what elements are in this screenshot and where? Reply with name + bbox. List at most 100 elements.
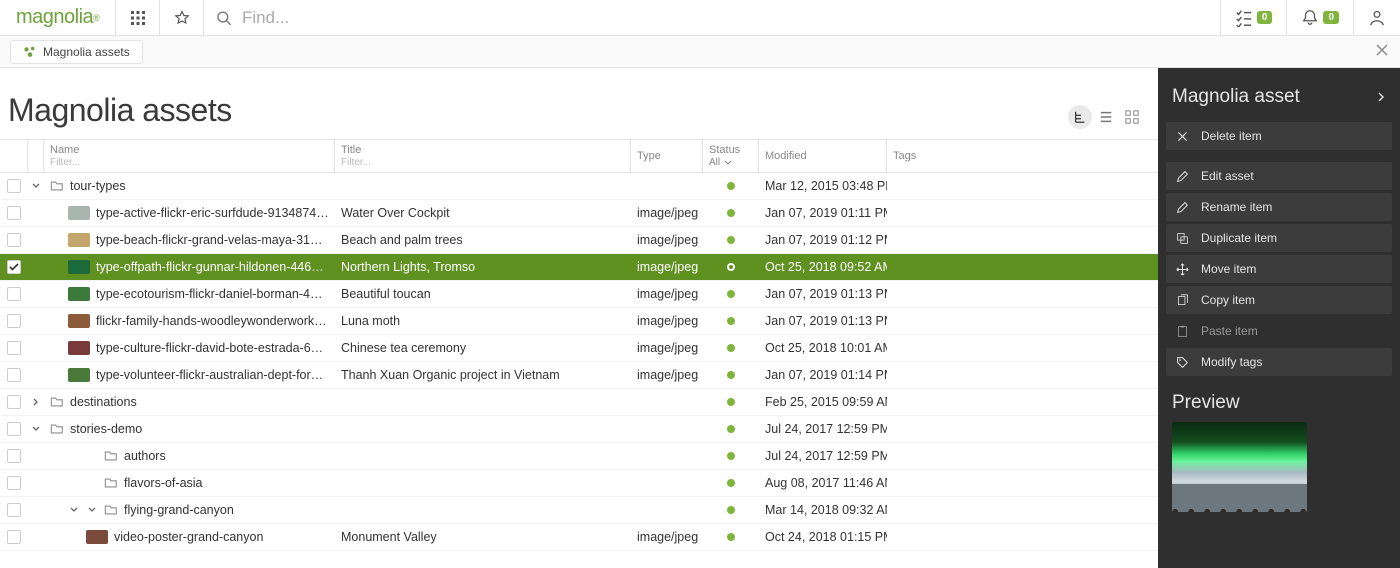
row-checkbox[interactable] (7, 368, 21, 382)
view-grid-button[interactable] (1120, 105, 1144, 129)
app-launcher-button[interactable] (115, 0, 159, 35)
view-list-button[interactable] (1094, 105, 1118, 129)
row-name: type-culture-flickr-david-bote-estrada-6… (96, 341, 329, 355)
preview-thumbnail[interactable] (1172, 422, 1307, 512)
action-edit[interactable]: Edit asset (1166, 162, 1392, 190)
action-modify-tags[interactable]: Modify tags (1166, 348, 1392, 376)
table-row[interactable]: flavors-of-asiaAug 08, 2017 11:46 AM (0, 470, 1158, 497)
action-copy[interactable]: Copy item (1166, 286, 1392, 314)
row-type: image/jpeg (637, 314, 698, 328)
row-modified: Aug 08, 2017 11:46 AM (765, 476, 887, 490)
table-row[interactable]: flickr-family-hands-woodleywonderworks-2… (0, 308, 1158, 335)
table-row[interactable]: stories-demoJul 24, 2017 12:59 PM (0, 416, 1158, 443)
thumbnail (68, 368, 90, 382)
row-title: Beautiful toucan (341, 287, 431, 301)
row-name: type-volunteer-flickr-australian-dept-fo… (96, 368, 329, 382)
row-status (703, 389, 759, 415)
expand-toggle[interactable] (31, 423, 41, 435)
move-icon (1176, 263, 1189, 276)
thumbnail (68, 341, 90, 355)
row-checkbox[interactable] (7, 341, 21, 355)
col-status[interactable]: Status All (703, 140, 759, 172)
close-tab-button[interactable] (1376, 44, 1388, 59)
close-icon (1176, 130, 1189, 143)
search-icon (216, 10, 232, 26)
breadcrumb-bar: Magnolia assets (0, 36, 1400, 68)
row-checkbox[interactable] (7, 476, 21, 490)
row-status (703, 497, 759, 523)
thumbnail (86, 530, 108, 544)
checklist-icon (1235, 9, 1253, 27)
table-row[interactable]: tour-typesMar 12, 2015 03:48 PM (0, 173, 1158, 200)
paste-icon (1176, 325, 1189, 338)
row-checkbox[interactable] (7, 179, 21, 193)
row-tags (887, 389, 1158, 415)
row-status (703, 416, 759, 442)
row-status (703, 335, 759, 361)
row-checkbox[interactable] (7, 260, 21, 274)
table-row[interactable]: type-culture-flickr-david-bote-estrada-6… (0, 335, 1158, 362)
table-row[interactable]: flying-grand-canyonMar 14, 2018 09:32 AM (0, 497, 1158, 524)
row-checkbox[interactable] (7, 422, 21, 436)
row-checkbox[interactable] (7, 530, 21, 544)
notifications-badge: 0 (1323, 11, 1339, 24)
row-modified: Jul 24, 2017 12:59 PM (765, 449, 887, 463)
row-type: image/jpeg (637, 233, 698, 247)
close-icon (1376, 44, 1388, 56)
row-tags (887, 335, 1158, 361)
action-move[interactable]: Move item (1166, 255, 1392, 283)
user-menu[interactable] (1353, 0, 1400, 35)
breadcrumb-tab[interactable]: Magnolia assets (10, 40, 143, 64)
row-title: Monument Valley (341, 530, 437, 544)
col-tags[interactable]: Tags (887, 140, 1158, 172)
chevron-right-icon[interactable] (1376, 92, 1386, 102)
expand-toggle[interactable] (86, 504, 98, 516)
row-checkbox[interactable] (7, 395, 21, 409)
expand-toggle[interactable] (31, 396, 41, 408)
notifications-button[interactable]: 0 (1286, 0, 1353, 35)
table-row[interactable]: type-ecotourism-flickr-daniel-borman-429… (0, 281, 1158, 308)
table-row[interactable]: destinationsFeb 25, 2015 09:59 AM (0, 389, 1158, 416)
table-row[interactable]: authorsJul 24, 2017 12:59 PM (0, 443, 1158, 470)
row-tags (887, 470, 1158, 496)
folder-icon (104, 449, 118, 463)
row-name: video-poster-grand-canyon (114, 530, 263, 544)
row-type: image/jpeg (637, 341, 698, 355)
action-rename[interactable]: Rename item (1166, 193, 1392, 221)
col-name[interactable]: Name Filter... (44, 140, 335, 172)
action-delete[interactable]: Delete item (1166, 122, 1392, 150)
page-title: Magnolia assets (8, 92, 232, 129)
col-type[interactable]: Type (631, 140, 703, 172)
row-checkbox[interactable] (7, 233, 21, 247)
grid-icon (130, 10, 146, 26)
table-row[interactable]: type-active-flickr-eric-surfdude-9134874… (0, 200, 1158, 227)
row-checkbox[interactable] (7, 449, 21, 463)
row-checkbox[interactable] (7, 314, 21, 328)
table-row[interactable]: type-volunteer-flickr-australian-dept-fo… (0, 362, 1158, 389)
select-all-header[interactable] (0, 140, 28, 172)
row-checkbox[interactable] (7, 206, 21, 220)
expand-toggle[interactable] (31, 180, 41, 192)
view-tree-button[interactable] (1068, 105, 1092, 129)
view-switcher (1068, 105, 1144, 129)
table-row[interactable]: type-beach-flickr-grand-velas-maya-31793… (0, 227, 1158, 254)
search-input[interactable] (240, 7, 1208, 29)
tasks-button[interactable]: 0 (1220, 0, 1287, 35)
favorites-button[interactable] (159, 0, 203, 35)
row-checkbox[interactable] (7, 287, 21, 301)
bell-icon (1301, 9, 1319, 27)
row-title: Thanh Xuan Organic project in Vietnam (341, 368, 560, 382)
global-search[interactable] (203, 0, 1220, 35)
table-row[interactable]: video-poster-grand-canyon Monument Valley… (0, 524, 1158, 551)
col-modified[interactable]: Modified (759, 140, 887, 172)
action-duplicate[interactable]: Duplicate item (1166, 224, 1392, 252)
logo[interactable]: magnolia® (0, 0, 115, 35)
row-checkbox[interactable] (7, 503, 21, 517)
expand-toggle[interactable] (68, 504, 80, 516)
row-type: image/jpeg (637, 287, 698, 301)
row-name: type-offpath-flickr-gunnar-hildonen-4465… (96, 260, 329, 274)
row-name: stories-demo (70, 422, 142, 436)
table-row[interactable]: type-offpath-flickr-gunnar-hildonen-4465… (0, 254, 1158, 281)
col-title[interactable]: Title Filter... (335, 140, 631, 172)
folder-icon (50, 179, 64, 193)
